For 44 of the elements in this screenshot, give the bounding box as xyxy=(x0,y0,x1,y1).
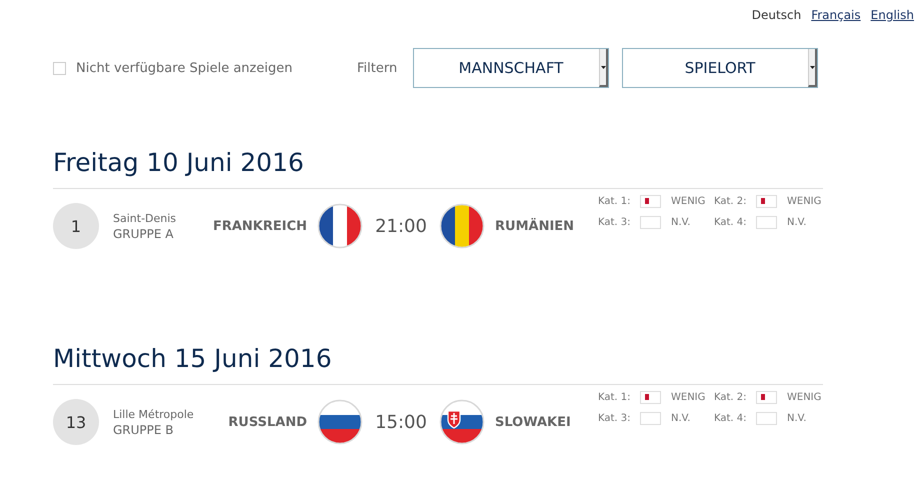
filter-dropdown[interactable]: MANNSCHAFT xyxy=(413,48,609,88)
date-heading: Mittwoch 15 Juni 2016 xyxy=(53,343,823,385)
filter-label: Filtern xyxy=(357,60,398,76)
checkbox[interactable] xyxy=(53,62,66,74)
team-name: SLOWAKEI xyxy=(495,414,571,430)
match-number: 13 xyxy=(53,399,99,445)
language-link[interactable]: English xyxy=(870,8,914,24)
category-label: Kat. 2: xyxy=(714,392,748,403)
category-label: Kat. 2: xyxy=(714,196,748,207)
language-link[interactable]: Deutsch xyxy=(752,8,802,24)
team-name: RUSSLAND xyxy=(227,414,307,430)
kickoff-time: 15:00 xyxy=(374,412,428,432)
availability-status: WENIG xyxy=(787,392,822,403)
language-link[interactable]: Français xyxy=(811,8,861,24)
availability-status: N.V. xyxy=(671,217,690,228)
flag-icon xyxy=(317,399,363,445)
group-name: GRUPPE A xyxy=(113,226,174,240)
date-heading: Freitag 10 Juni 2016 xyxy=(53,147,823,189)
availability-status: WENIG xyxy=(671,196,706,207)
caret-icon xyxy=(810,66,814,68)
availability-status: N.V. xyxy=(671,413,690,424)
flag-icon xyxy=(317,203,363,249)
category-label: Kat. 3: xyxy=(598,413,632,424)
availability-status: WENIG xyxy=(671,392,706,403)
filter-dropdown[interactable]: SPIELORT xyxy=(622,48,818,88)
category-label: Kat. 1: xyxy=(598,392,632,403)
caret-icon xyxy=(600,66,606,68)
category-label: Kat. 1: xyxy=(598,196,632,207)
availability-status: WENIG xyxy=(787,196,822,207)
flag-icon xyxy=(439,203,485,249)
match-number: 1 xyxy=(53,203,99,249)
availability-status: N.V. xyxy=(787,413,806,424)
category-label: Kat. 4: xyxy=(714,217,748,228)
group-name: GRUPPE B xyxy=(113,422,175,436)
flag-icon xyxy=(439,399,485,445)
availability-status: N.V. xyxy=(787,217,806,228)
venue: Saint-Denis xyxy=(113,212,178,224)
category-label: Kat. 3: xyxy=(598,217,632,228)
category-label: Kat. 4: xyxy=(714,413,748,424)
venue: Lille Métropole xyxy=(113,408,195,420)
team-name: RUMÄNIEN xyxy=(495,218,574,234)
kickoff-time: 21:00 xyxy=(374,216,428,236)
team-name: FRANKREICH xyxy=(212,218,307,234)
checkbox-label: Nicht verfügbare Spiele anzeigen xyxy=(76,60,292,76)
